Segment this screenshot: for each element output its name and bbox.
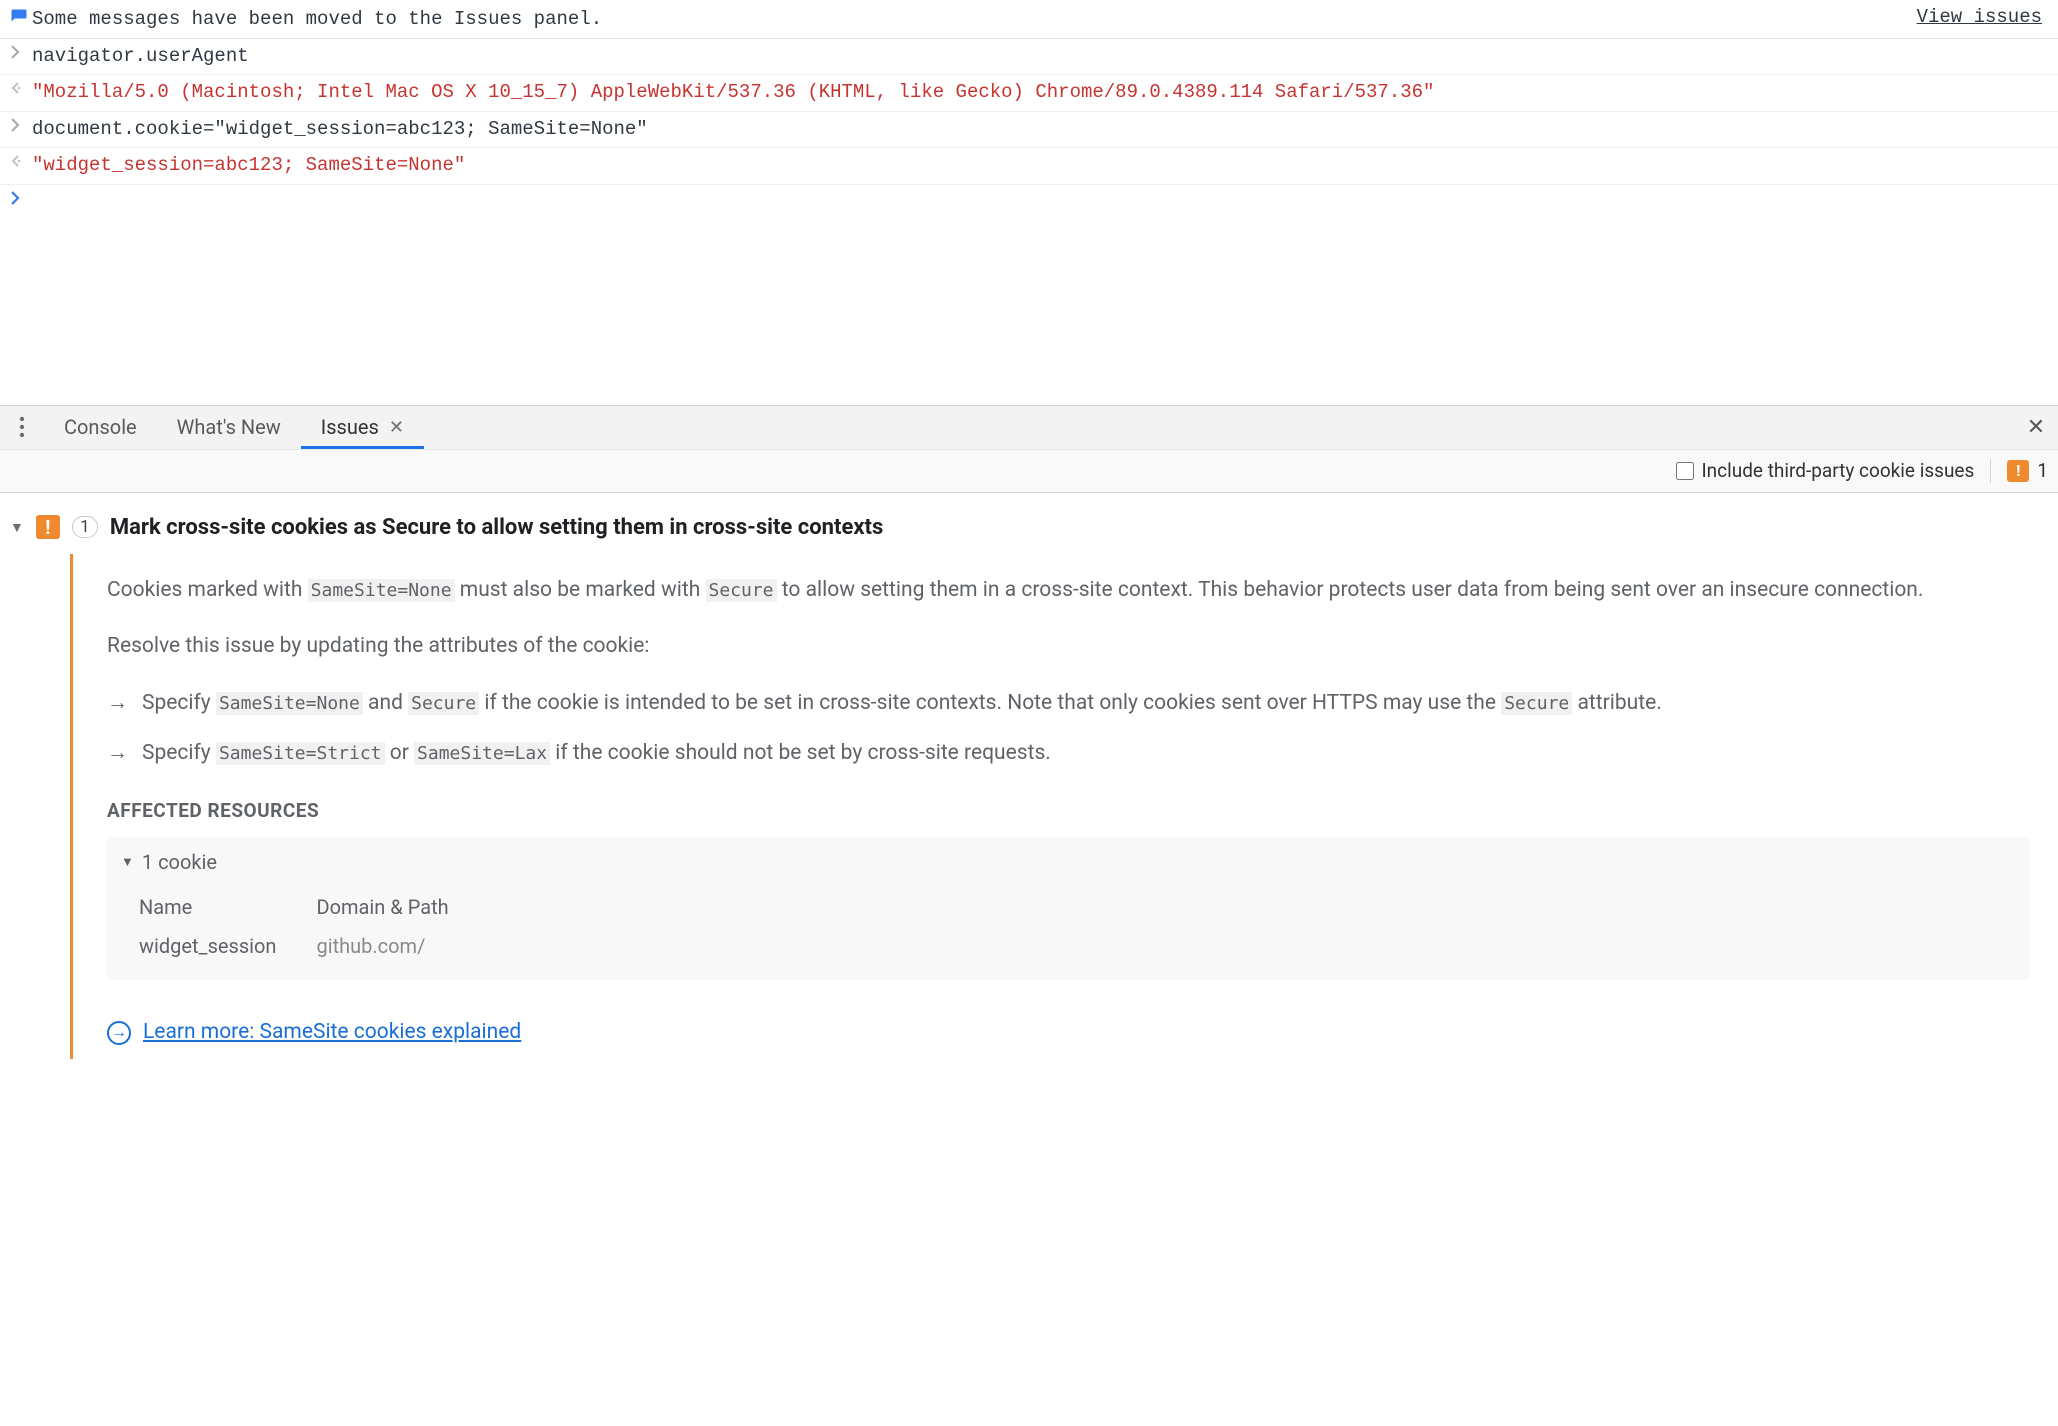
cookie-name-cell: widget_session xyxy=(139,927,316,966)
issue-body: Cookies marked with SameSite=None must a… xyxy=(70,554,2048,1059)
issue-bullet: → Specify SameSite=Strict or SameSite=La… xyxy=(107,737,2030,770)
issue-count: 1 xyxy=(2037,459,2048,482)
kebab-menu-icon[interactable] xyxy=(0,406,44,449)
learn-more-link[interactable]: Learn more: SameSite cookies explained xyxy=(143,1016,521,1049)
external-link-icon: → xyxy=(107,1021,131,1045)
close-icon[interactable]: ✕ xyxy=(389,417,404,438)
tab-issues[interactable]: Issues ✕ xyxy=(301,406,424,449)
table-row[interactable]: widget_session github.com/ xyxy=(139,927,489,966)
arrow-right-icon: → xyxy=(107,687,128,720)
console-input-text[interactable]: navigator.userAgent xyxy=(32,43,2048,71)
console-output-text: "Mozilla/5.0 (Macintosh; Intel Mac OS X … xyxy=(32,79,2048,107)
code-span: SameSite=Strict xyxy=(216,742,385,765)
third-party-checkbox[interactable]: Include third-party cookie issues xyxy=(1676,459,1975,482)
tab-whats-new[interactable]: What's New xyxy=(157,406,301,449)
console-info-text: Some messages have been moved to the Iss… xyxy=(32,6,1917,34)
console-prompt-row[interactable] xyxy=(0,185,2058,215)
console-output-row: "widget_session=abc123; SameSite=None" xyxy=(0,148,2058,185)
message-icon xyxy=(10,8,32,26)
tab-label: Issues xyxy=(321,415,379,439)
issue-bullet: → Specify SameSite=None and Secure if th… xyxy=(107,687,2030,720)
issue-paragraph: Resolve this issue by updating the attri… xyxy=(107,630,2030,663)
close-drawer-button[interactable]: ✕ xyxy=(2014,406,2058,449)
console-output-text: "widget_session=abc123; SameSite=None" xyxy=(32,152,2048,180)
console-info-row: Some messages have been moved to the Iss… xyxy=(0,2,2058,39)
chevron-right-icon xyxy=(10,191,32,205)
return-arrow-icon xyxy=(10,154,32,168)
code-span: Secure xyxy=(408,692,479,715)
tab-label: What's New xyxy=(177,415,281,439)
issue-paragraph: Cookies marked with SameSite=None must a… xyxy=(107,574,2030,607)
tab-label: Console xyxy=(64,415,137,439)
arrow-right-icon: → xyxy=(107,737,128,770)
console-area: Some messages have been moved to the Iss… xyxy=(0,0,2058,405)
drawer-tabbar: Console What's New Issues ✕ ✕ xyxy=(0,405,2058,449)
code-span: Secure xyxy=(1501,692,1572,715)
table-header-row: Name Domain & Path xyxy=(139,888,489,927)
view-issues-link[interactable]: View issues xyxy=(1917,6,2048,28)
cookie-domain-cell: github.com/ xyxy=(316,927,488,966)
chevron-down-icon[interactable]: ▼ xyxy=(121,853,134,873)
code-span: SameSite=None xyxy=(216,692,363,715)
checkbox-input[interactable] xyxy=(1676,462,1694,480)
issue-header[interactable]: ▼ ! 1 Mark cross-site cookies as Secure … xyxy=(10,507,2048,554)
return-arrow-icon xyxy=(10,81,32,95)
console-input-row: document.cookie="widget_session=abc123; … xyxy=(0,112,2058,149)
code-span: SameSite=Lax xyxy=(414,742,550,765)
chevron-right-icon xyxy=(10,45,32,59)
affected-table: Name Domain & Path widget_session github… xyxy=(139,888,2016,966)
issue-title: Mark cross-site cookies as Secure to all… xyxy=(110,515,883,540)
chevron-right-icon xyxy=(10,118,32,132)
console-output-row: "Mozilla/5.0 (Macintosh; Intel Mac OS X … xyxy=(0,75,2058,112)
divider xyxy=(1990,459,1991,483)
tab-console[interactable]: Console xyxy=(44,406,157,449)
affected-resources-box: ▼ 1 cookie Name Domain & Path widget_ses… xyxy=(107,837,2030,980)
table-header: Domain & Path xyxy=(316,888,488,927)
issues-filter-bar: Include third-party cookie issues ! 1 xyxy=(0,449,2058,493)
learn-more-row: → Learn more: SameSite cookies explained xyxy=(107,1016,2030,1049)
affected-summary-row[interactable]: ▼ 1 cookie xyxy=(121,847,2016,878)
code-span: Secure xyxy=(706,579,777,602)
chevron-down-icon[interactable]: ▼ xyxy=(10,519,24,536)
affected-summary-text: 1 cookie xyxy=(142,847,217,878)
affected-resources-heading: AFFECTED RESOURCES xyxy=(107,796,2030,825)
issues-panel: ▼ ! 1 Mark cross-site cookies as Secure … xyxy=(0,493,2058,1089)
console-blank-area xyxy=(0,215,2058,405)
warning-badge-icon: ! xyxy=(2007,460,2029,482)
code-span: SameSite=None xyxy=(308,579,455,602)
console-input-text[interactable]: document.cookie="widget_session=abc123; … xyxy=(32,116,2048,144)
issue-count-pill: 1 xyxy=(72,516,98,538)
table-header: Name xyxy=(139,888,316,927)
console-input-row: navigator.userAgent xyxy=(0,39,2058,76)
checkbox-label: Include third-party cookie issues xyxy=(1702,459,1975,482)
warning-badge-icon: ! xyxy=(36,515,60,539)
